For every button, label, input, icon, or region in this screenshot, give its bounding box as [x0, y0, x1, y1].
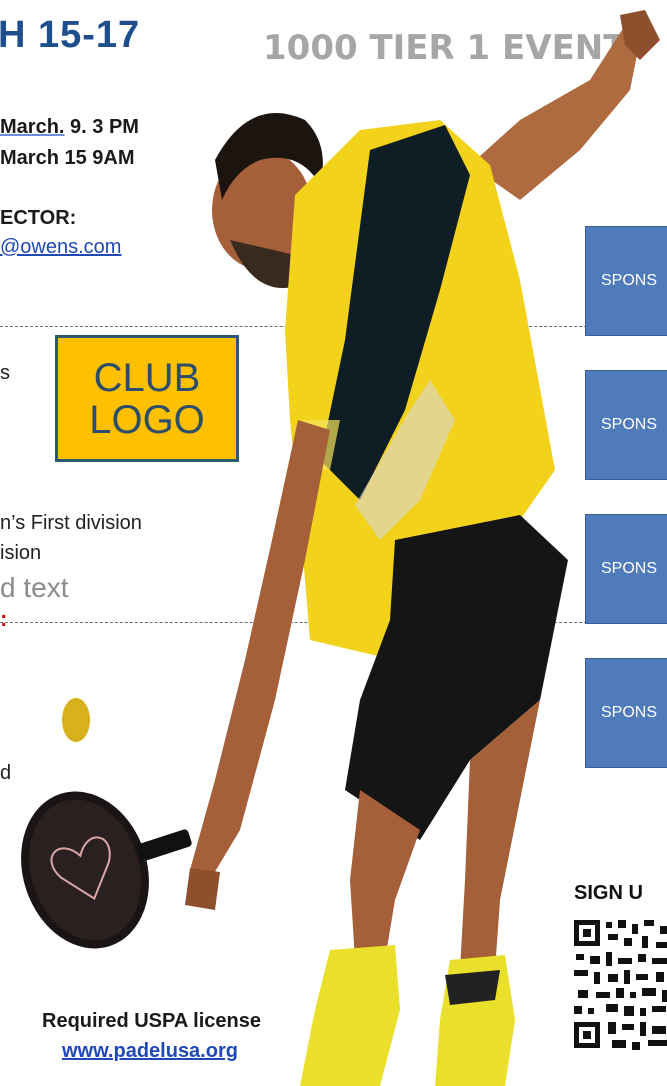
license-requirement: Required USPA license [42, 1010, 261, 1032]
sponsor-box-4: SPONS [585, 658, 667, 768]
padel-player-image [21, 10, 660, 1086]
qr-code-icon[interactable] [572, 918, 667, 1054]
sponsor-box-3: SPONS [585, 514, 667, 624]
sponsor-box-2: SPONS [585, 370, 667, 480]
padelusa-link[interactable]: www.padelusa.org [62, 1040, 238, 1063]
signup-label: SIGN U [574, 882, 643, 904]
sponsor-box-1: SPONS [585, 226, 667, 336]
